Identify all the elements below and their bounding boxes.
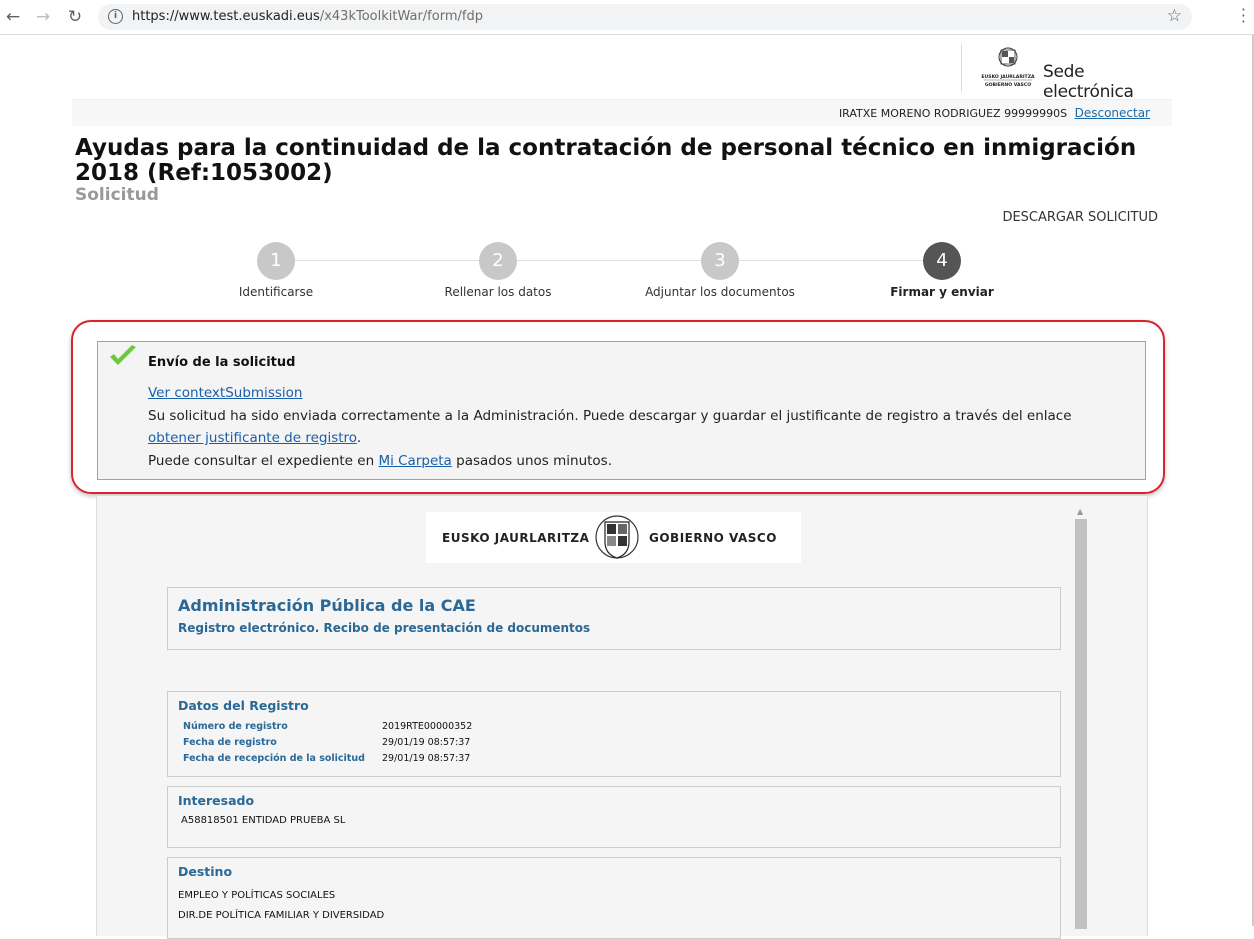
bookmark-star-icon[interactable]: ☆ <box>1167 6 1182 26</box>
registro-label: Número de registro <box>183 721 288 732</box>
registro-value: 29/01/19 08:57:37 <box>382 753 471 764</box>
step-number: 3 <box>701 242 739 280</box>
reload-icon[interactable]: ↻ <box>64 6 86 28</box>
step-label: Identificarse <box>238 285 314 299</box>
gobierno-vasco-logo-icon[interactable]: EUSKO JAURLARITZA GOBIERNO VASCO <box>981 45 1035 89</box>
interesado-title: Interesado <box>178 793 255 808</box>
success-body: Ver contextSubmission Su solicitud ha si… <box>148 382 1128 472</box>
justificante-link[interactable]: obtener justificante de registro <box>148 430 357 446</box>
success-text-1-end: . <box>356 430 362 446</box>
registro-title: Datos del Registro <box>178 698 309 713</box>
interesado-value: A58818501 ENTIDAD PRUEBA SL <box>181 815 346 826</box>
admin-title: Administración Pública de la CAE <box>178 596 476 615</box>
step-1: 1 Identificarse <box>196 242 356 299</box>
scroll-up-icon[interactable]: ▲ <box>1077 507 1083 516</box>
step-3: 3 Adjuntar los documentos <box>640 242 800 299</box>
sede-header: EUSKO JAURLARITZA GOBIERNO VASCO Sede el… <box>961 44 1176 102</box>
admin-subtitle: Registro electrónico. Recibo de presenta… <box>178 621 591 635</box>
interesado-panel: Interesado A58818501 ENTIDAD PRUEBA SL <box>167 786 1061 848</box>
success-text-2-end: pasados unos minutos. <box>451 452 613 469</box>
success-text-2: Puede consultar el expediente en <box>148 452 379 469</box>
document-scrollbar[interactable]: ▲ <box>1075 507 1087 929</box>
registro-label: Fecha de recepción de la solicitud <box>183 753 365 764</box>
step-number: 2 <box>479 242 517 280</box>
success-message: Envío de la solicitud Ver contextSubmiss… <box>97 341 1146 480</box>
success-title: Envío de la solicitud <box>148 355 296 370</box>
browser-toolbar: ← → ↻ i https://www.test.euskadi.eus/x43… <box>0 0 1254 35</box>
destino-title: Destino <box>178 864 233 879</box>
success-text-1: Su solicitud ha sido enviada correctamen… <box>148 407 1072 424</box>
scroll-thumb[interactable] <box>1075 519 1087 929</box>
forward-arrow-icon[interactable]: → <box>32 6 54 28</box>
download-request-link[interactable]: DESCARGAR SOLICITUD <box>1002 210 1158 225</box>
view-submission-link[interactable]: Ver contextSubmission <box>148 385 302 401</box>
coat-of-arms-icon <box>595 515 639 559</box>
user-name: IRATXE MORENO RODRIGUEZ <box>838 107 1001 120</box>
registro-value: 29/01/19 08:57:37 <box>382 737 471 748</box>
steps-connector <box>278 260 942 261</box>
registro-value: 2019RTE00000352 <box>382 721 473 732</box>
address-bar[interactable]: i https://www.test.euskadi.eus/x43kToolk… <box>98 4 1192 30</box>
browser-menu-icon[interactable]: · · · <box>1241 2 1246 30</box>
step-label: Rellenar los datos <box>444 285 552 299</box>
user-info: IRATXE MORENO RODRIGUEZ 99999990S Descon… <box>839 106 1150 120</box>
logo-left-text: EUSKO JAURLARITZA <box>442 531 590 545</box>
user-bar: IRATXE MORENO RODRIGUEZ 99999990S Descon… <box>72 99 1172 126</box>
admin-panel: Administración Pública de la CAE Registr… <box>167 587 1061 650</box>
sede-label: Sede electrónica <box>1043 62 1134 102</box>
registro-panel: Datos del Registro Número de registro 20… <box>167 691 1061 777</box>
logo-right-text: GOBIERNO VASCO <box>649 531 777 545</box>
step-label: Adjuntar los documentos <box>645 285 795 299</box>
checkmark-icon <box>110 345 136 365</box>
info-icon[interactable]: i <box>108 9 123 24</box>
step-number: 4 <box>923 242 961 280</box>
user-id: 99999990S <box>1004 107 1068 120</box>
back-arrow-icon[interactable]: ← <box>2 6 24 28</box>
step-2: 2 Rellenar los datos <box>418 242 578 299</box>
document-header-logo: EUSKO JAURLARITZA GOBIERNO VASCO <box>426 512 801 563</box>
logout-link[interactable]: Desconectar <box>1075 106 1150 120</box>
header-divider <box>961 44 962 92</box>
registro-label: Fecha de registro <box>183 737 277 748</box>
url-text[interactable]: https://www.test.euskadi.eus/x43kToolkit… <box>132 9 483 24</box>
svg-text:GOBIERNO VASCO: GOBIERNO VASCO <box>985 82 1031 88</box>
step-number: 1 <box>257 242 295 280</box>
svg-text:EUSKO JAURLARITZA: EUSKO JAURLARITZA <box>981 74 1035 80</box>
page-title: Ayudas para la continuidad de la contrat… <box>75 135 1137 186</box>
destino-line-2: DIR.DE POLÍTICA FAMILIAR Y DIVERSIDAD <box>178 910 385 921</box>
page-subtitle: Solicitud <box>75 185 159 205</box>
destino-panel: Destino EMPLEO Y POLÍTICAS SOCIALES DIR.… <box>167 857 1061 939</box>
step-4: 4 Firmar y enviar <box>862 242 1022 299</box>
mi-carpeta-link[interactable]: Mi Carpeta <box>378 453 451 469</box>
step-label: Firmar y enviar <box>890 285 994 299</box>
destino-line-1: EMPLEO Y POLÍTICAS SOCIALES <box>178 890 336 901</box>
